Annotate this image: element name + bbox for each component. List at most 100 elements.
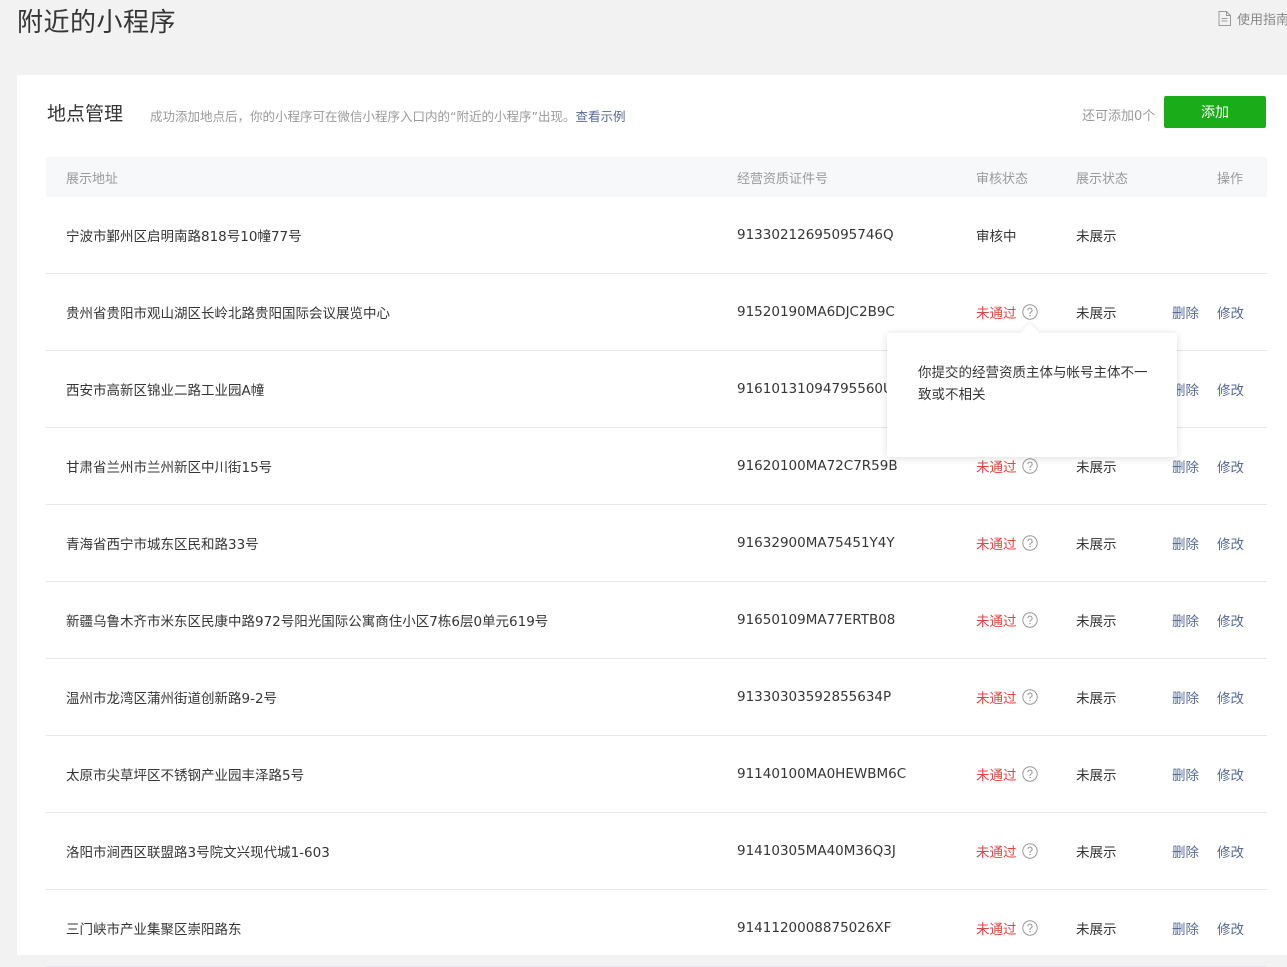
row-operations: 删除 修改 — [1172, 813, 1267, 889]
audit-status-label: 未通过 — [976, 306, 1017, 322]
audit-status-label: 未通过 — [976, 691, 1017, 707]
row-audit-status: 未通过 — [976, 505, 1038, 581]
row-address: 洛阳市涧西区联盟路3号院文兴现代城1-603 — [66, 845, 330, 861]
row-display-status: 未展示 — [1076, 691, 1117, 707]
row-license: 91330303592855634P — [737, 689, 892, 705]
add-location-button[interactable]: 添加 — [1164, 96, 1266, 128]
edit-link[interactable]: 修改 — [1217, 918, 1244, 938]
row-license: 91610131094795560U — [737, 381, 893, 397]
audit-status-label: 未通过 — [976, 922, 1017, 938]
delete-link[interactable]: 删除 — [1172, 610, 1199, 630]
row-address: 太原市尖草坪区不锈钢产业园丰泽路5号 — [66, 768, 305, 784]
row-license: 91650109MA77ERTB08 — [737, 612, 896, 628]
row-license: 91632900MA75451Y4Y — [737, 535, 895, 551]
edit-link[interactable]: 修改 — [1217, 764, 1244, 784]
row-operations: 删除 修改 — [1172, 505, 1267, 581]
row-operations: 删除 修改 — [1172, 428, 1267, 504]
row-license: 91140100MA0HEWBM6C — [737, 766, 907, 782]
edit-link[interactable]: 修改 — [1217, 841, 1244, 861]
row-operations: 删除 修改 — [1172, 659, 1267, 735]
question-circle-icon[interactable] — [1021, 304, 1038, 320]
table-row: 温州市龙湾区蒲州街道创新路9-2号 91330303592855634P 未通过 未展… — [46, 659, 1267, 736]
delete-link[interactable]: 删除 — [1172, 841, 1199, 861]
row-audit-status: 未通过 — [976, 813, 1038, 889]
table-header: 展示地址 经营资质证件号 审核状态 展示状态 操作 — [46, 157, 1267, 197]
row-display-status: 未展示 — [1076, 229, 1117, 245]
audit-status-label: 未通过 — [976, 460, 1017, 476]
row-address: 新疆乌鲁木齐市米东区民康中路972号阳光国际公寓商住小区7栋6层0单元619号 — [66, 614, 549, 630]
row-operations: 删除 修改 — [1172, 736, 1267, 812]
document-icon — [1218, 11, 1231, 26]
row-operations: 删除 修改 — [1172, 582, 1267, 658]
header-audit-status: 审核状态 — [976, 171, 1029, 187]
delete-link[interactable]: 删除 — [1172, 918, 1199, 938]
table-row: 洛阳市涧西区联盟路3号院文兴现代城1-603 91410305MA40M36Q3J… — [46, 813, 1267, 890]
delete-link[interactable]: 删除 — [1172, 687, 1199, 707]
table-row: 新疆乌鲁木齐市米东区民康中路972号阳光国际公寓商住小区7栋6层0单元619号 9… — [46, 582, 1267, 659]
table-row: 青海省西宁市城东区民和路33号 91632900MA75451Y4Y 未通过 未展示 删… — [46, 505, 1267, 582]
row-audit-status: 未通过 — [976, 736, 1038, 812]
question-circle-icon[interactable] — [1021, 458, 1038, 474]
row-license: 91620100MA72C7R59B — [737, 458, 898, 474]
header-display-status: 展示状态 — [1076, 171, 1129, 187]
locations-table: 展示地址 经营资质证件号 审核状态 展示状态 操作 宁波市鄞州区启明南路818号… — [46, 157, 1267, 967]
edit-link[interactable]: 修改 — [1217, 533, 1244, 553]
section-title: 地点管理 — [47, 103, 124, 125]
row-address: 温州市龙湾区蒲州街道创新路9-2号 — [66, 691, 278, 707]
location-management-panel: 地点管理 成功添加地点后，你的小程序可在微信小程序入口内的“附近的小程序”出现。… — [17, 75, 1287, 967]
question-circle-icon[interactable] — [1021, 766, 1038, 782]
page-title: 附近的小程序 — [17, 8, 177, 38]
row-license: 91520190MA6DJC2B9C — [737, 304, 895, 320]
view-example-link[interactable]: 查看示例 — [575, 109, 625, 124]
table-row: 太原市尖草坪区不锈钢产业园丰泽路5号 91140100MA0HEWBM6C 未通过 未… — [46, 736, 1267, 813]
question-circle-icon[interactable] — [1021, 689, 1038, 705]
row-display-status: 未展示 — [1076, 537, 1117, 553]
row-address: 宁波市鄞州区启明南路818号10幢77号 — [66, 229, 302, 245]
section-header: 地点管理 成功添加地点后，你的小程序可在微信小程序入口内的“附近的小程序”出现。… — [47, 96, 1266, 136]
row-address: 青海省西宁市城东区民和路33号 — [66, 537, 259, 553]
row-operations — [1172, 197, 1267, 273]
row-display-status: 未展示 — [1076, 845, 1117, 861]
row-display-status: 未展示 — [1076, 768, 1117, 784]
row-audit-status: 审核中 — [976, 197, 1017, 273]
delete-link[interactable]: 删除 — [1172, 456, 1199, 476]
header-address: 展示地址 — [66, 171, 119, 187]
row-license: 91410305MA40M36Q3J — [737, 843, 896, 859]
table-body: 宁波市鄞州区启明南路818号10幢77号 91330212695095746Q 审核… — [46, 197, 1267, 967]
audit-status-label: 审核中 — [976, 229, 1017, 245]
edit-link[interactable]: 修改 — [1217, 379, 1244, 399]
remaining-count: 还可添加0个 — [1082, 109, 1156, 124]
row-operations: 删除 修改 — [1172, 274, 1267, 350]
row-audit-status: 未通过 — [976, 659, 1038, 735]
audit-status-label: 未通过 — [976, 768, 1017, 784]
question-circle-icon[interactable] — [1021, 920, 1038, 936]
table-row: 宁波市鄞州区启明南路818号10幢77号 91330212695095746Q 审核… — [46, 197, 1267, 274]
usage-guide-label: 使用指南 — [1237, 13, 1287, 28]
page-header: 附近的小程序 使用指南 — [0, 0, 1287, 74]
edit-link[interactable]: 修改 — [1217, 687, 1244, 707]
delete-link[interactable]: 删除 — [1172, 533, 1199, 553]
audit-status-label: 未通过 — [976, 845, 1017, 861]
row-audit-status: 未通过 — [976, 582, 1038, 658]
row-address: 甘肃省兰州市兰州新区中川街15号 — [66, 460, 273, 476]
audit-status-label: 未通过 — [976, 537, 1017, 553]
question-circle-icon[interactable] — [1021, 843, 1038, 859]
row-display-status: 未展示 — [1076, 614, 1117, 630]
header-license: 经营资质证件号 — [737, 171, 829, 187]
audit-status-label: 未通过 — [976, 614, 1017, 630]
delete-link[interactable]: 删除 — [1172, 764, 1199, 784]
rejection-reason-tooltip: 你提交的经营资质主体与帐号主体不一致或不相关 — [887, 323, 1177, 457]
edit-link[interactable]: 修改 — [1217, 610, 1244, 630]
tooltip-text: 你提交的经营资质主体与帐号主体不一致或不相关 — [918, 365, 1148, 403]
section-description-text: 成功添加地点后，你的小程序可在微信小程序入口内的“附近的小程序”出现。 — [150, 109, 576, 124]
header-operations: 操作 — [1217, 171, 1244, 187]
table-row: 三门峡市产业集聚区崇阳路东 9141120008875026XF 未通过 未展示 删除修… — [46, 890, 1267, 967]
usage-guide-link[interactable]: 使用指南 — [1218, 9, 1287, 28]
question-circle-icon[interactable] — [1021, 535, 1038, 551]
edit-link[interactable]: 修改 — [1217, 456, 1244, 476]
edit-link[interactable]: 修改 — [1217, 302, 1244, 322]
delete-link[interactable]: 删除 — [1172, 302, 1199, 322]
section-description: 成功添加地点后，你的小程序可在微信小程序入口内的“附近的小程序”出现。查看示例 — [150, 106, 625, 125]
question-circle-icon[interactable] — [1021, 612, 1038, 628]
row-operations: 删除 修改 — [1172, 351, 1267, 427]
